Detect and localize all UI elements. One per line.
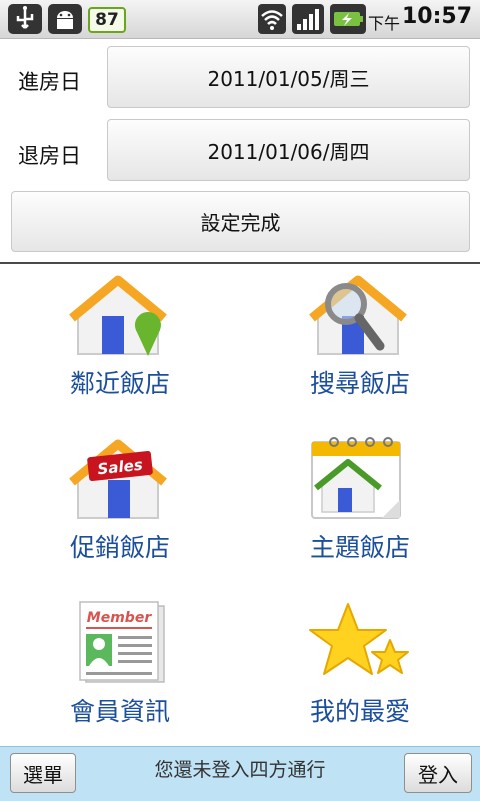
member-info-tile[interactable]: Member 會員資訊: [0, 600, 240, 758]
bottom-bar: 選單 您還未登入四方通行 登入: [0, 746, 480, 801]
nearby-hotels-tile[interactable]: 鄰近飯店: [0, 272, 240, 430]
member-info-label: 會員資訊: [69, 697, 170, 726]
favorites-tile[interactable]: 我的最愛: [240, 600, 480, 758]
divider: [0, 262, 480, 264]
checkin-date-button[interactable]: 2011/01/05/周三: [107, 46, 470, 108]
menu-button[interactable]: 選單: [10, 753, 76, 793]
favorites-label: 我的最愛: [309, 697, 410, 726]
nearby-hotels-label: 鄰近飯店: [69, 369, 170, 398]
member-newspaper-icon: Member: [79, 601, 165, 683]
login-button[interactable]: 登入: [404, 753, 472, 793]
done-button[interactable]: 設定完成: [11, 191, 470, 252]
battery-level-badge: 87: [88, 7, 126, 33]
usb-icon: [8, 4, 42, 34]
member-badge-text: Member: [87, 610, 153, 626]
status-time: 10:57: [401, 4, 472, 29]
nearby-hotel-icon: [69, 275, 167, 356]
star-icon: [309, 603, 409, 675]
status-bar: 87 下午 10:57: [0, 0, 480, 39]
theme-hotel-icon: [311, 437, 401, 519]
promo-hotels-tile[interactable]: Sales 促銷飯店: [0, 436, 240, 594]
search-hotels-label: 搜尋飯店: [309, 369, 410, 398]
search-hotels-tile[interactable]: 搜尋飯店: [240, 272, 480, 430]
promo-hotels-label: 促銷飯店: [69, 533, 170, 562]
search-hotel-icon: [309, 275, 407, 355]
status-ampm: 下午: [367, 14, 400, 33]
signal-icon: [292, 4, 324, 34]
login-status-message: 您還未登入四方通行: [154, 759, 326, 781]
promo-hotel-icon: Sales: [69, 439, 167, 519]
android-debug-icon: [48, 4, 82, 34]
checkin-label: 進房日: [18, 70, 81, 94]
theme-hotels-tile[interactable]: 主題飯店: [240, 436, 480, 594]
theme-hotels-label: 主題飯店: [309, 533, 410, 562]
battery-charging-icon: [330, 4, 366, 34]
checkout-date-button[interactable]: 2011/01/06/周四: [107, 119, 470, 181]
checkout-label: 退房日: [18, 144, 81, 168]
wifi-icon: [258, 4, 286, 34]
